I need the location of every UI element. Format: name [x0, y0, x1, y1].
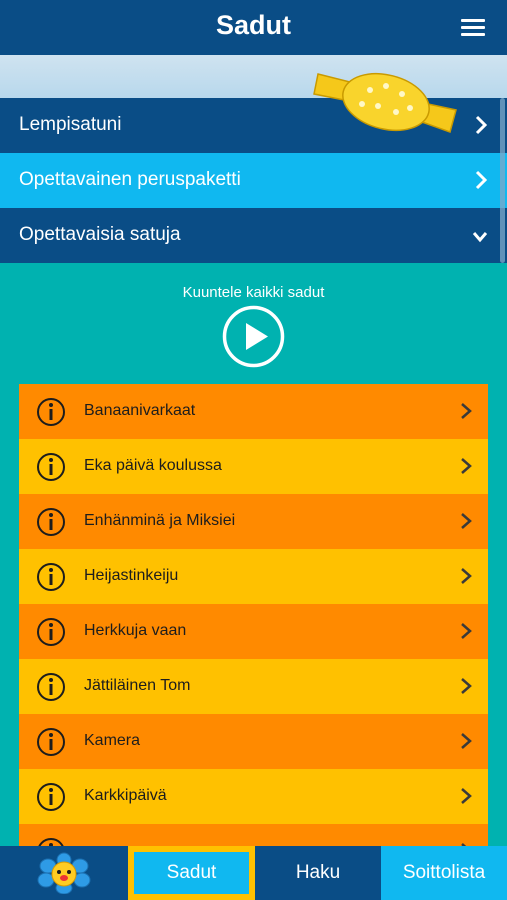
- chevron-right-icon: [475, 170, 488, 190]
- info-icon[interactable]: [36, 617, 66, 647]
- top-bar: Sadut: [0, 0, 507, 55]
- story-title: Eka päivä koulussa: [84, 457, 222, 474]
- hamburger-menu-icon[interactable]: [461, 19, 485, 37]
- story-title: Jättiläinen Tom: [84, 677, 191, 694]
- section-label: Opettavaisia satuja: [19, 224, 181, 245]
- story-item[interactable]: Eka päivä koulussa: [19, 439, 488, 494]
- bottom-tab-bar: Sadut Haku Soittolista: [0, 846, 507, 900]
- info-icon[interactable]: [36, 452, 66, 482]
- section-label: Opettavainen peruspaketti: [19, 169, 241, 190]
- tab-sadut[interactable]: Sadut: [128, 846, 255, 900]
- info-icon[interactable]: [36, 727, 66, 757]
- section-opettavaisia-satuja[interactable]: Opettavaisia satuja: [0, 208, 507, 263]
- chevron-right-icon: [461, 678, 472, 694]
- tab-label: Haku: [295, 862, 341, 883]
- story-title: Herkkuja vaan: [84, 622, 187, 639]
- section-label: Lempisatuni: [19, 114, 122, 135]
- story-title: Karkkipäivä: [84, 787, 167, 804]
- story-item[interactable]: Enhänminä ja Miksiei: [19, 494, 488, 549]
- info-icon[interactable]: [36, 507, 66, 537]
- story-title: Kamera: [84, 732, 141, 749]
- chevron-right-icon: [461, 788, 472, 804]
- story-title: Heijastinkeiju: [84, 567, 179, 584]
- chevron-down-icon: [472, 232, 488, 243]
- scrollbar[interactable]: [500, 98, 505, 263]
- chevron-right-icon: [461, 623, 472, 639]
- info-icon[interactable]: [36, 782, 66, 812]
- chevron-right-icon: [461, 568, 472, 584]
- story-item[interactable]: [19, 824, 488, 846]
- story-item[interactable]: Jättiläinen Tom: [19, 659, 488, 714]
- tab-home[interactable]: [0, 846, 128, 900]
- story-list: Banaanivarkaat Eka päivä koulussa Enhänm…: [19, 384, 488, 846]
- tab-haku[interactable]: Haku: [255, 846, 381, 900]
- chevron-right-icon: [461, 733, 472, 749]
- listen-all-label: Kuuntele kaikki sadut: [182, 284, 325, 301]
- play-all-button[interactable]: [222, 305, 285, 368]
- tab-label: Sadut: [166, 862, 217, 883]
- story-title: Enhänminä ja Miksiei: [84, 512, 236, 529]
- story-item[interactable]: Karkkipäivä: [19, 769, 488, 824]
- chevron-right-icon: [461, 513, 472, 529]
- page-title: Sadut: [215, 10, 291, 40]
- tab-soittolista[interactable]: Soittolista: [381, 846, 507, 900]
- chevron-right-icon: [461, 458, 472, 474]
- story-item[interactable]: Kamera: [19, 714, 488, 769]
- candy-icon: [313, 72, 457, 133]
- story-item[interactable]: Heijastinkeiju: [19, 549, 488, 604]
- info-icon[interactable]: [36, 397, 66, 427]
- section-opettavainen-peruspaketti[interactable]: Opettavainen peruspaketti: [0, 153, 507, 208]
- story-title: Banaanivarkaat: [84, 402, 196, 419]
- chevron-right-icon: [475, 115, 488, 135]
- story-item[interactable]: Banaanivarkaat: [19, 384, 488, 439]
- info-icon[interactable]: [36, 562, 66, 592]
- info-icon[interactable]: [36, 837, 66, 846]
- flower-icon: [37, 852, 91, 894]
- story-item[interactable]: Herkkuja vaan: [19, 604, 488, 659]
- chevron-right-icon: [461, 403, 472, 419]
- tab-label: Soittolista: [402, 862, 486, 883]
- info-icon[interactable]: [36, 672, 66, 702]
